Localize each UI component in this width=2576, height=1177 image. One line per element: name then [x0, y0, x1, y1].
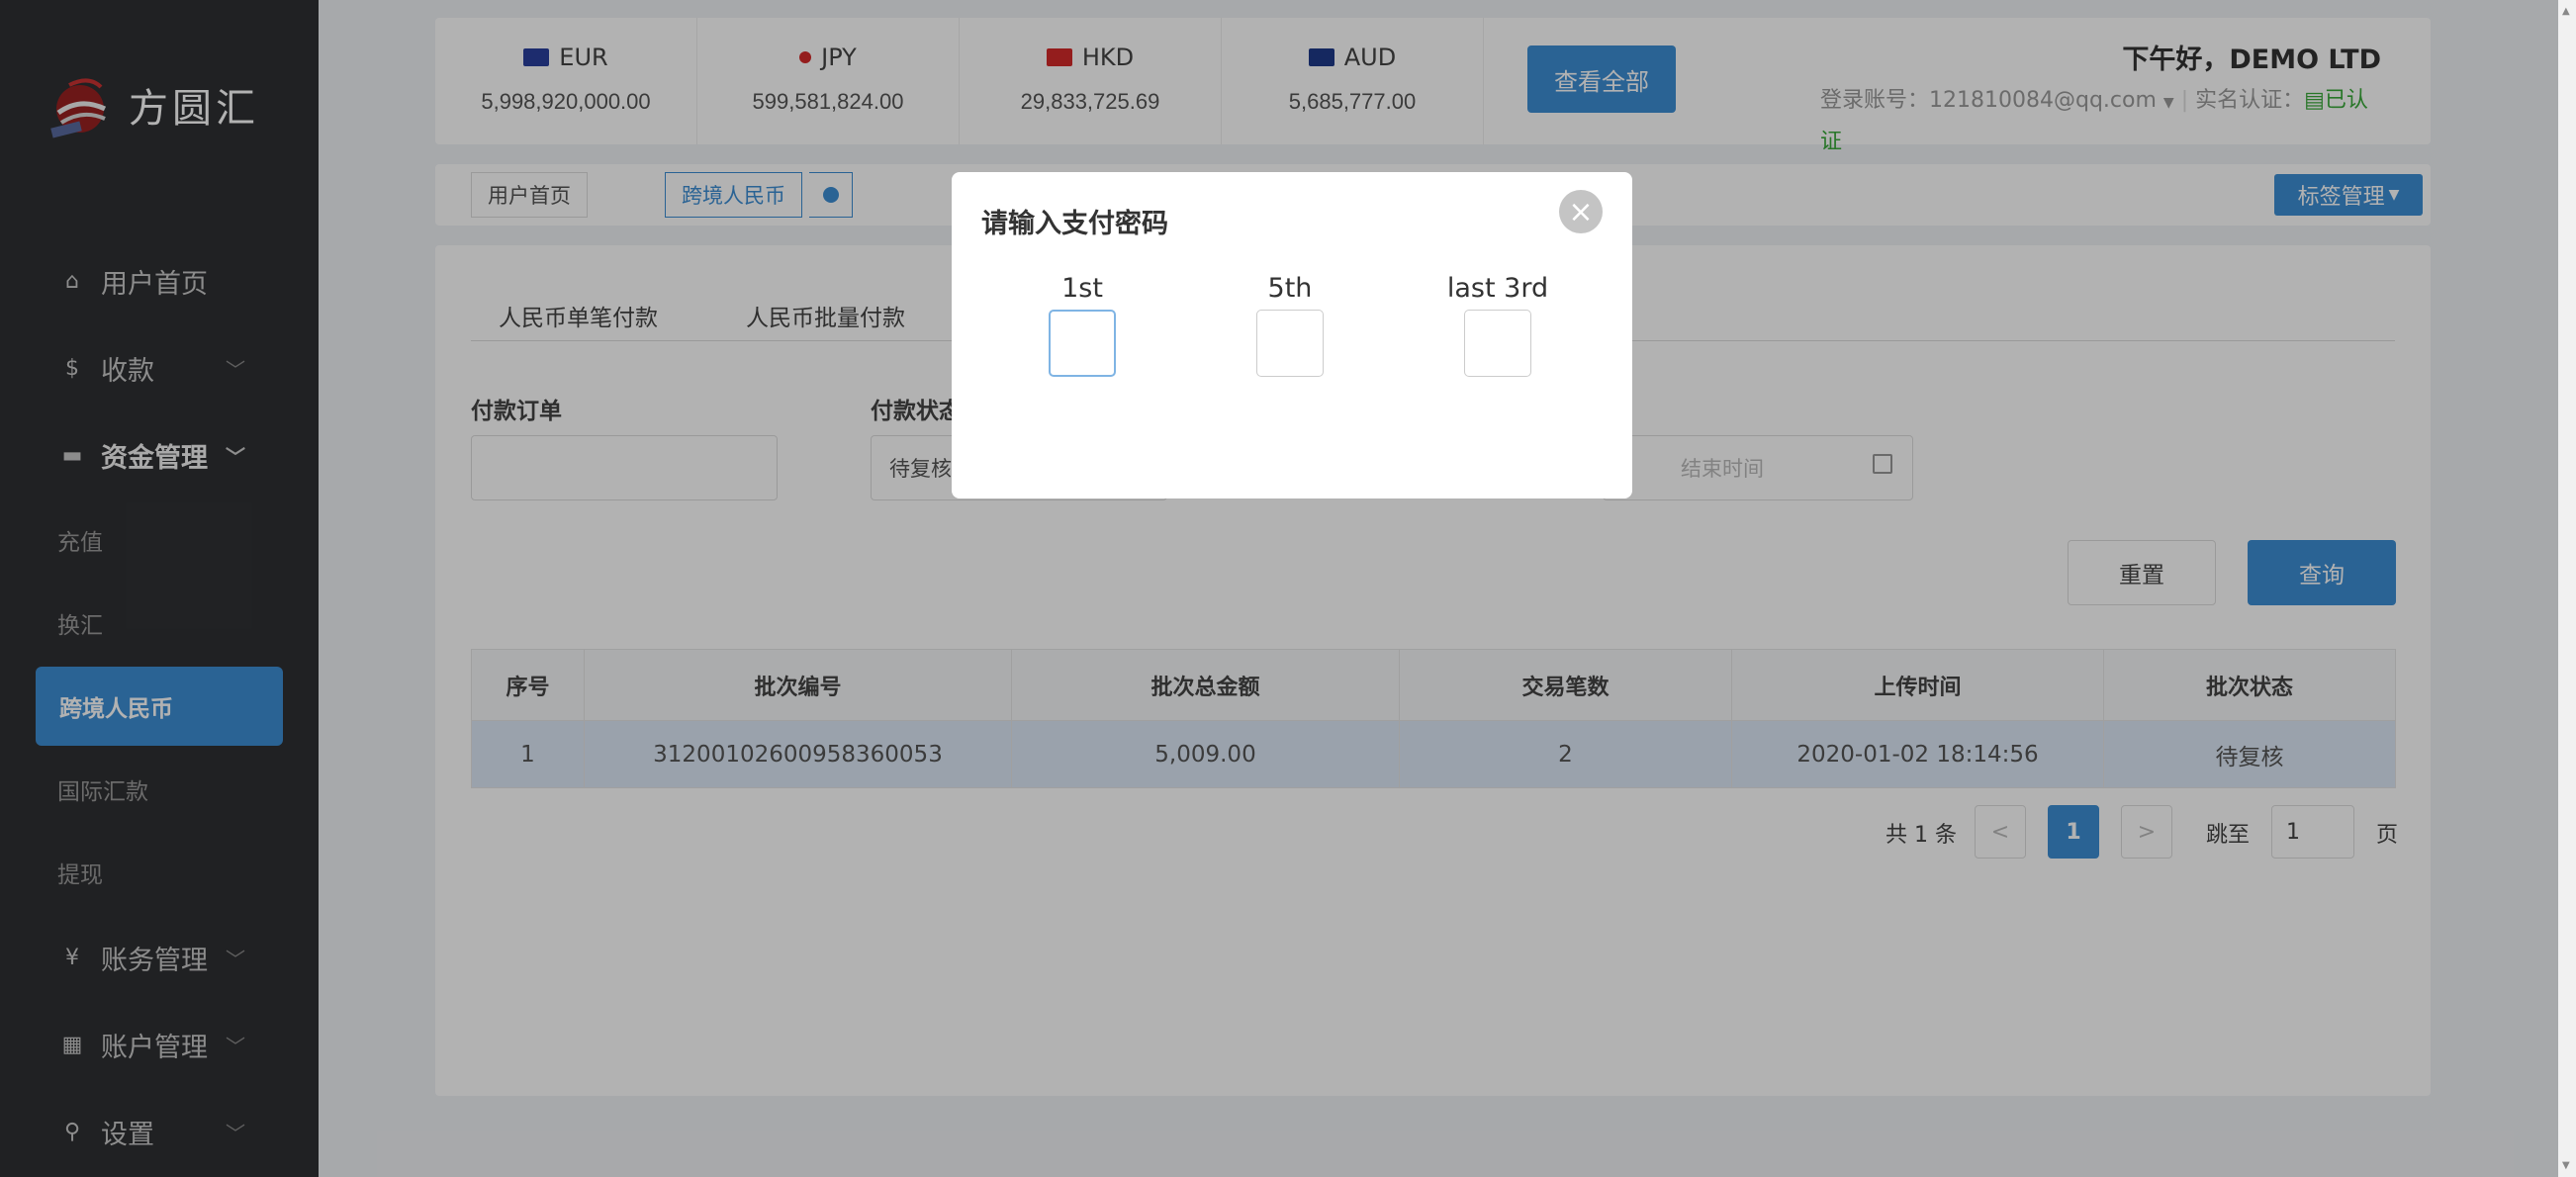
close-button[interactable]: × [1559, 190, 1603, 233]
password-char-last-3rd: last 3rd [1428, 273, 1567, 377]
password-char-label: last 3rd [1446, 273, 1549, 304]
password-char-label: 1st [1061, 273, 1103, 304]
password-char-input[interactable] [1256, 310, 1324, 377]
scroll-up-icon[interactable]: ▲ [2562, 6, 2570, 17]
password-char-input[interactable] [1464, 310, 1531, 377]
dialog-title: 请输入支付密码 [981, 209, 1168, 239]
password-char-label: 5th [1267, 273, 1313, 304]
password-char-5th: 5th [1221, 273, 1359, 377]
scroll-down-icon[interactable]: ▼ [2562, 1160, 2570, 1171]
scrollbar[interactable]: ▲ ▼ [2558, 0, 2576, 1177]
password-char-input[interactable] [1049, 310, 1116, 377]
payment-password-dialog: 请输入支付密码 × 1st 5th last 3rd [952, 172, 1632, 498]
password-char-1st: 1st [1013, 273, 1151, 377]
close-icon: × [1568, 194, 1594, 229]
